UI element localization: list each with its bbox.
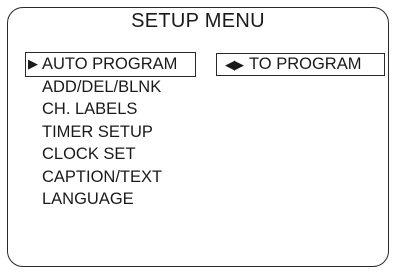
menu-item-caption-text[interactable]: CAPTION/TEXT: [26, 166, 195, 189]
menu-item-add-del-blnk[interactable]: ADD/DEL/BLNK: [26, 76, 195, 99]
program-hint-box: ◀▶ TO PROGRAM: [216, 53, 385, 76]
menu-item-label: CLOCK SET: [42, 145, 136, 163]
menu-item-label: LANGUAGE: [42, 190, 134, 208]
setup-menu-list: ▶ AUTO PROGRAM ADD/DEL/BLNK CH. LABELS T…: [25, 52, 196, 211]
menu-item-auto-program[interactable]: ▶ AUTO PROGRAM: [25, 52, 196, 77]
menu-item-language[interactable]: LANGUAGE: [26, 188, 195, 211]
menu-title: SETUP MENU: [131, 10, 265, 32]
menu-item-timer-setup[interactable]: TIMER SETUP: [26, 121, 195, 144]
menu-item-label: ADD/DEL/BLNK: [42, 77, 162, 96]
menu-item-label: CH. LABELS: [42, 100, 138, 118]
left-right-arrows-icon: ◀▶: [225, 57, 244, 72]
menu-item-label: AUTO PROGRAM: [42, 55, 178, 73]
menu-item-label: CAPTION/TEXT: [42, 167, 163, 186]
hint-text: TO PROGRAM: [249, 55, 362, 73]
menu-item-ch-labels[interactable]: CH. LABELS: [26, 98, 195, 121]
menu-item-label: TIMER SETUP: [42, 122, 153, 141]
menu-item-clock-set[interactable]: CLOCK SET: [26, 143, 195, 166]
selection-pointer-icon: ▶: [28, 56, 38, 71]
